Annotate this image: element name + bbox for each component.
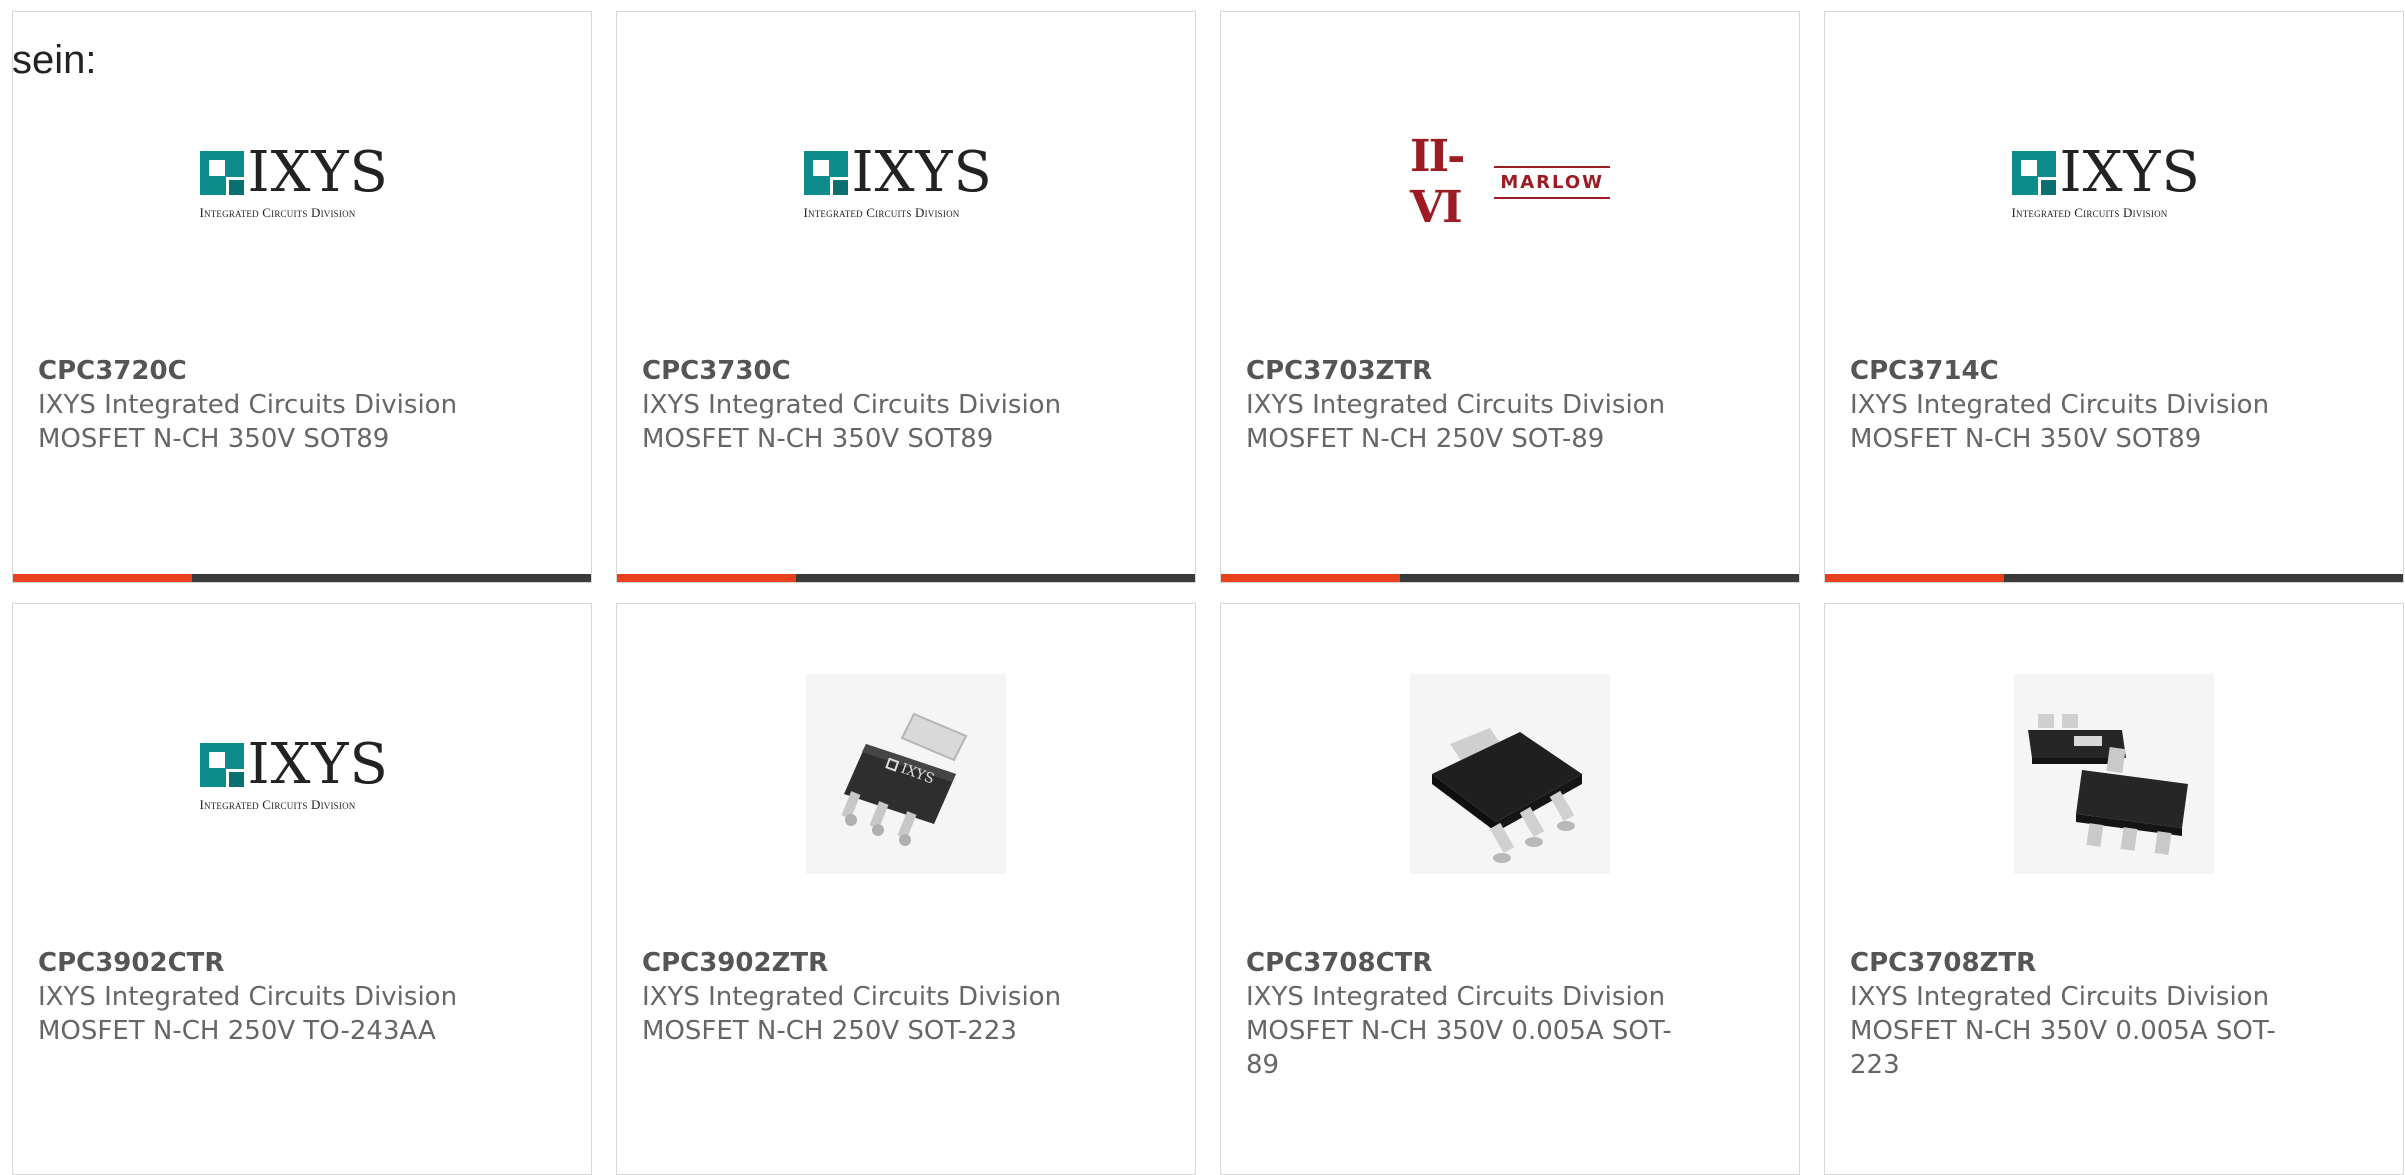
- description: MOSFET N-CH 350V SOT89: [38, 424, 390, 454]
- ixys-mark-icon: [2011, 151, 2056, 195]
- card-progress-accent: [1825, 574, 2005, 582]
- ixys-mark-icon: [199, 151, 244, 195]
- logo-word: IXYS: [2059, 140, 2201, 205]
- logo-word: IXYS: [247, 140, 389, 205]
- part-number[interactable]: CPC3708CTR: [1246, 946, 1686, 980]
- product-image: IXYS: [617, 674, 1195, 874]
- card-progress-accent: [13, 574, 193, 582]
- ixys-logo: IXYS Integrated Circuits Division: [803, 140, 1009, 221]
- product-card[interactable]: IXYS Integrated Circuits Division CPC390…: [12, 603, 592, 1175]
- logo-sub: Integrated Circuits Division: [803, 205, 960, 220]
- sot89-chip-photo: [1410, 674, 1610, 874]
- product-image: [1221, 674, 1799, 874]
- product-image: II-VI MARLOW: [1221, 82, 1799, 282]
- description: MOSFET N-CH 250V SOT-89: [1246, 424, 1605, 454]
- logo-word: IXYS: [247, 732, 389, 797]
- ixys-logo: IXYS Integrated Circuits Division: [199, 732, 405, 813]
- logo-sub: Integrated Circuits Division: [199, 205, 356, 220]
- product-image: IXYS Integrated Circuits Division: [13, 82, 591, 282]
- part-number[interactable]: CPC3714C: [1850, 354, 2290, 388]
- part-number[interactable]: CPC3703ZTR: [1246, 354, 1686, 388]
- marlow-logo: II-VI MARLOW: [1410, 131, 1610, 233]
- part-number[interactable]: CPC3730C: [642, 354, 1082, 388]
- ixys-logo: IXYS Integrated Circuits Division: [199, 140, 405, 221]
- card-progress-bar: [13, 574, 591, 582]
- card-progress-bar: [1221, 574, 1799, 582]
- product-card[interactable]: II-VI MARLOW CPC3703ZTR IXYS Integrated …: [1220, 11, 1800, 583]
- part-number[interactable]: CPC3902CTR: [38, 946, 478, 980]
- manufacturer: IXYS Integrated Circuits Division: [642, 390, 1062, 420]
- part-number[interactable]: CPC3720C: [38, 354, 478, 388]
- manufacturer: IXYS Integrated Circuits Division: [1850, 982, 2270, 1012]
- logo-word: IXYS: [851, 140, 993, 205]
- ixys-mark-icon: [199, 743, 244, 787]
- manufacturer: IXYS Integrated Circuits Division: [38, 982, 458, 1012]
- sot223-pair-photo: [2014, 674, 2214, 874]
- product-card[interactable]: IXYS Integrated Circuits Division CPC371…: [1824, 11, 2404, 583]
- description: MOSFET N-CH 350V 0.005A SOT-89: [1246, 1016, 1672, 1080]
- description: MOSFET N-CH 350V 0.005A SOT-223: [1850, 1016, 2276, 1080]
- product-image: IXYS Integrated Circuits Division: [13, 674, 591, 874]
- manufacturer: IXYS Integrated Circuits Division: [1246, 390, 1666, 420]
- part-number[interactable]: CPC3902ZTR: [642, 946, 1082, 980]
- manufacturer: IXYS Integrated Circuits Division: [1246, 982, 1666, 1012]
- product-card[interactable]: IXYS Integrated Circuits Division CPC372…: [12, 11, 592, 583]
- card-progress-bar: [617, 574, 1195, 582]
- product-card[interactable]: IXYS CPC3902ZTR IXYS Integrated Circuits…: [616, 603, 1196, 1175]
- description: MOSFET N-CH 350V SOT89: [642, 424, 994, 454]
- product-image: IXYS Integrated Circuits Division: [1825, 82, 2403, 282]
- intro-text: sein:: [12, 38, 97, 82]
- product-image: [1825, 674, 2403, 874]
- card-progress-accent: [617, 574, 797, 582]
- ixys-mark-icon: [803, 151, 848, 195]
- product-image: IXYS Integrated Circuits Division: [617, 82, 1195, 282]
- sot223-chip-photo: IXYS: [806, 674, 1006, 874]
- description: MOSFET N-CH 250V SOT-223: [642, 1016, 1017, 1046]
- logo-sub: Integrated Circuits Division: [2011, 205, 2168, 220]
- manufacturer: IXYS Integrated Circuits Division: [1850, 390, 2270, 420]
- ixys-logo: IXYS Integrated Circuits Division: [2011, 140, 2217, 221]
- card-progress-accent: [1221, 574, 1401, 582]
- description: MOSFET N-CH 250V TO-243AA: [38, 1016, 436, 1046]
- logo-sub: MARLOW: [1494, 165, 1610, 199]
- product-card[interactable]: CPC3708CTR IXYS Integrated Circuits Divi…: [1220, 603, 1800, 1175]
- logo-sub: Integrated Circuits Division: [199, 797, 356, 812]
- manufacturer: IXYS Integrated Circuits Division: [642, 982, 1062, 1012]
- part-number[interactable]: CPC3708ZTR: [1850, 946, 2290, 980]
- product-card[interactable]: CPC3708ZTR IXYS Integrated Circuits Divi…: [1824, 603, 2404, 1175]
- description: MOSFET N-CH 350V SOT89: [1850, 424, 2202, 454]
- product-card[interactable]: IXYS Integrated Circuits Division CPC373…: [616, 11, 1196, 583]
- card-progress-bar: [1825, 574, 2403, 582]
- product-grid: IXYS Integrated Circuits Division CPC372…: [12, 11, 2405, 1175]
- manufacturer: IXYS Integrated Circuits Division: [38, 390, 458, 420]
- logo-word: II-VI: [1410, 131, 1465, 233]
